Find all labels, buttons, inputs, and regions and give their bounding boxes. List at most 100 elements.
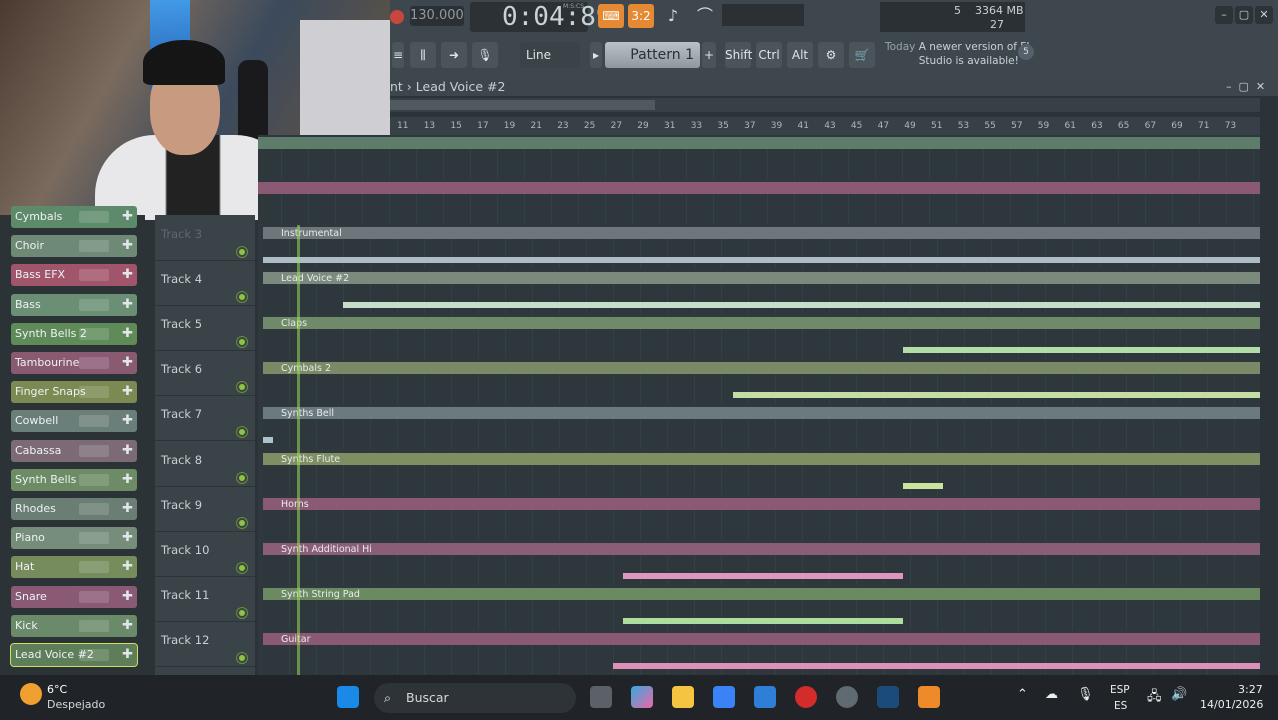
tempo-display[interactable]: 130.000 — [410, 6, 464, 26]
clip-header[interactable]: Cymbals 2 — [263, 362, 1260, 375]
track-lane[interactable]: Instrumental — [258, 225, 1260, 270]
channel-synth-bells-2[interactable]: Synth Bells 2 ✚ — [11, 322, 137, 345]
horizontal-scrollbar[interactable] — [390, 98, 1260, 112]
add-channel-icon[interactable]: ✚ — [122, 294, 133, 316]
track-enable-led[interactable] — [239, 609, 245, 616]
track-enable-led[interactable] — [239, 654, 245, 661]
add-channel-icon[interactable]: ✚ — [122, 440, 133, 462]
track-header[interactable]: Track 12 — [155, 621, 255, 667]
clip-header[interactable]: Guitar — [263, 632, 1260, 645]
track-lane[interactable]: Lead Voice #2 — [258, 270, 1260, 315]
track-lane[interactable]: Horns — [258, 496, 1260, 541]
weather-icon[interactable] — [20, 683, 42, 705]
playhead[interactable] — [297, 225, 300, 675]
track-enable-led[interactable] — [239, 474, 245, 481]
shop-icon[interactable]: 🛒 — [849, 42, 875, 68]
snap-mode[interactable]: Line — [520, 42, 580, 68]
lane-upper[interactable] — [258, 135, 1260, 180]
track-enable-led[interactable] — [239, 384, 245, 391]
track-lane[interactable]: Guitar — [258, 631, 1260, 675]
pattern-selector[interactable]: Pattern 1 — [605, 42, 700, 68]
channel-rhodes[interactable]: Rhodes ✚ — [11, 498, 137, 520]
pattern-prev-icon[interactable]: ▸ — [590, 42, 602, 68]
taskbar-search[interactable]: ⌕ Buscar — [374, 683, 576, 713]
typing-keyboard-icon[interactable]: ⌨ — [598, 4, 624, 28]
scroll-thumb[interactable] — [390, 100, 655, 110]
channel-snare[interactable]: Snare ✚ — [11, 585, 137, 608]
track-enable-led[interactable] — [239, 249, 245, 255]
close-icon[interactable]: ✕ — [1255, 6, 1273, 24]
add-channel-icon[interactable]: ✚ — [122, 527, 133, 549]
channel-cymbals[interactable]: Cymbals ✚ — [11, 206, 137, 228]
clock-time[interactable]: 3:27 — [1238, 683, 1263, 696]
track-lane[interactable]: Synth Additional Hi — [258, 541, 1260, 586]
track-header[interactable]: Track 6 — [155, 350, 255, 397]
channel-lead-voice-2[interactable]: Lead Voice #2 ✚ — [10, 643, 138, 667]
track-lane[interactable]: Cymbals 2 — [258, 360, 1260, 405]
track-enable-led[interactable] — [239, 339, 245, 346]
channel-bass[interactable]: Bass ✚ — [11, 293, 137, 316]
track-header[interactable]: Track 3 — [155, 215, 255, 261]
mixer-icon[interactable]: ⫼ — [410, 42, 436, 68]
clip-header[interactable]: Horns — [263, 497, 1260, 510]
playlist-window-controls[interactable]: – ▢ ✕ — [1226, 80, 1265, 93]
add-channel-icon[interactable]: ✚ — [122, 235, 133, 257]
minimize-icon[interactable]: – — [1215, 6, 1233, 24]
ctrl-key[interactable]: Ctrl — [756, 42, 782, 68]
add-channel-icon[interactable]: ✚ — [122, 498, 133, 520]
tray-chevron-icon[interactable]: ⌃ — [1017, 687, 1028, 702]
track-header[interactable]: Track 9 — [155, 486, 255, 532]
track-header[interactable]: Track 7 — [155, 395, 255, 442]
clip-header[interactable]: Synth String Pad — [263, 587, 1260, 600]
add-channel-icon[interactable]: ✚ — [122, 381, 133, 403]
channel-choir[interactable]: Choir ✚ — [11, 235, 137, 258]
add-pattern-icon[interactable]: + — [702, 42, 716, 68]
track-enable-led[interactable] — [239, 429, 245, 436]
channel-tambourine[interactable]: Tambourine ✚ — [11, 352, 137, 374]
add-channel-icon[interactable]: ✚ — [122, 323, 133, 345]
track-enable-led[interactable] — [239, 564, 245, 571]
channel-cabassa[interactable]: Cabassa ✚ — [11, 439, 137, 462]
mic-tray-icon[interactable]: 🎙 — [1077, 687, 1094, 702]
menu-icon[interactable]: ≡ — [392, 42, 404, 68]
file-explorer-icon[interactable] — [672, 686, 694, 708]
track-enable-led[interactable] — [239, 294, 245, 301]
add-channel-icon[interactable]: ✚ — [122, 644, 133, 666]
playlist-lanes[interactable]: Instrumental Lead Voice #2 Claps Cymbals 2 S… — [258, 135, 1260, 675]
lane-upper[interactable] — [258, 180, 1260, 225]
clock-date[interactable]: 14/01/2026 — [1200, 698, 1263, 711]
network-icon[interactable]: 🖧 — [1147, 687, 1162, 709]
track-header[interactable]: Track 10 — [155, 531, 255, 577]
cloud-icon[interactable]: ☁ — [1045, 687, 1058, 702]
clip-header[interactable]: Synths Bell — [263, 407, 1260, 420]
timeline-ruler[interactable]: 11 13 15 17 19 21 23 25 27 29 31 33 35 37 39 41 43 45 47 49… — [390, 117, 1260, 135]
track-lane[interactable]: Synths Flute — [258, 451, 1260, 496]
add-channel-icon[interactable]: ✚ — [122, 615, 133, 637]
fl-studio-icon[interactable] — [918, 686, 940, 708]
add-channel-icon[interactable]: ✚ — [122, 410, 133, 432]
channel-finger-snaps[interactable]: Finger Snaps ✚ — [11, 381, 137, 404]
track-header[interactable]: Track 4 — [155, 260, 255, 307]
clip-header[interactable]: Lead Voice #2 — [263, 272, 1260, 285]
add-channel-icon[interactable]: ✚ — [122, 586, 133, 608]
track-header[interactable]: Track 11 — [155, 576, 255, 622]
channel-bass-efx[interactable]: Bass EFX ✚ — [11, 264, 137, 287]
add-channel-icon[interactable]: ✚ — [122, 556, 133, 578]
channel-hat[interactable]: Hat ✚ — [11, 556, 137, 579]
store-icon[interactable] — [713, 686, 735, 708]
start-icon[interactable] — [337, 686, 359, 708]
mic-icon[interactable]: 🎙 — [472, 42, 498, 68]
channel-kick[interactable]: Kick ✚ — [11, 614, 137, 637]
add-channel-icon[interactable]: ✚ — [122, 352, 133, 374]
channel-cowbell[interactable]: Cowbell ✚ — [11, 410, 137, 433]
countdown-icon[interactable]: 3:2 — [628, 4, 654, 28]
volume-icon[interactable]: 🔊 — [1171, 687, 1187, 702]
steam-icon[interactable] — [877, 686, 899, 708]
vertical-scrollbar[interactable] — [1260, 98, 1278, 675]
clip-header[interactable]: Synths Flute — [263, 452, 1260, 465]
plugin-picker-icon[interactable]: ⚙ — [818, 42, 844, 68]
lang-bottom[interactable]: ES — [1114, 700, 1127, 712]
track-header[interactable]: Track 8 — [155, 441, 255, 487]
track-lane[interactable]: Synth String Pad — [258, 586, 1260, 631]
step-edit-icon[interactable]: ♪ — [660, 4, 686, 28]
